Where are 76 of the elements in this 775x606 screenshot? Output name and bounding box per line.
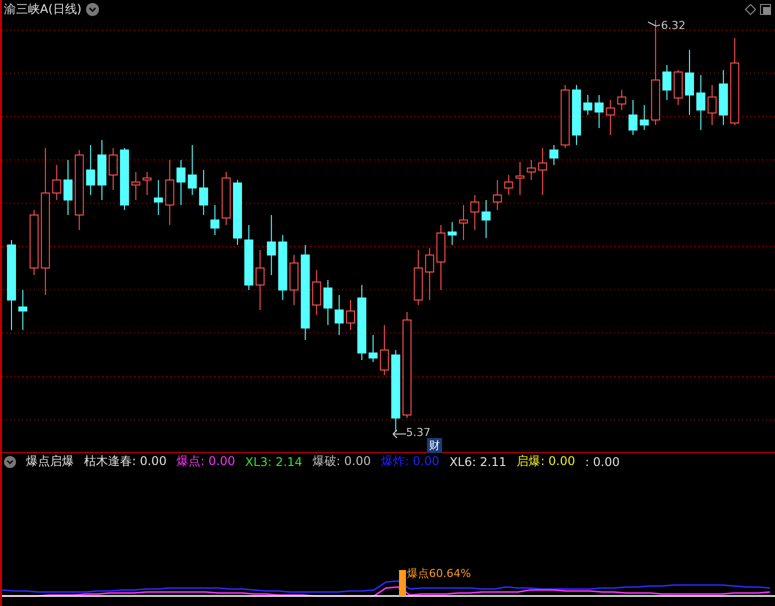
candlestick bbox=[414, 250, 423, 306]
candlestick bbox=[560, 84, 570, 148]
candlestick bbox=[323, 280, 332, 326]
candlestick bbox=[18, 290, 28, 330]
candlestick bbox=[30, 210, 39, 276]
indicator-value: 枯木逢春: 0.00 bbox=[84, 453, 167, 470]
candlestick bbox=[266, 214, 276, 276]
candlestick bbox=[594, 94, 604, 128]
candlestick bbox=[290, 254, 298, 306]
signal-bar bbox=[399, 570, 406, 596]
candlestick bbox=[199, 170, 208, 216]
indicator-value: 爆破: 0.00 bbox=[312, 453, 371, 470]
candlestick bbox=[526, 160, 536, 180]
candlestick bbox=[154, 180, 163, 216]
candlestick bbox=[244, 224, 254, 290]
candlestick bbox=[312, 270, 322, 316]
candlestick bbox=[538, 148, 548, 196]
candlestick bbox=[696, 74, 706, 130]
candlestick bbox=[222, 172, 231, 226]
window-icon[interactable] bbox=[760, 4, 771, 14]
candlestick bbox=[572, 84, 581, 146]
candlestick bbox=[448, 222, 457, 246]
candlestick bbox=[640, 104, 649, 130]
candlestick bbox=[662, 64, 672, 100]
candlestick bbox=[256, 250, 265, 310]
candlestick bbox=[210, 204, 220, 236]
indicator-value: XL6: 2.11 bbox=[449, 454, 507, 468]
candlestick bbox=[425, 248, 434, 300]
window-title: 渝三峡A(日线) bbox=[4, 0, 82, 18]
candlestick bbox=[470, 194, 480, 230]
candlestick bbox=[165, 160, 174, 226]
candlestick bbox=[52, 164, 62, 200]
indicator-name: 爆点启爆 bbox=[26, 453, 74, 470]
candlestick bbox=[97, 140, 106, 200]
candlestick bbox=[346, 300, 355, 330]
dropdown-icon[interactable] bbox=[4, 456, 16, 468]
candlestick bbox=[278, 234, 288, 300]
candlestick bbox=[708, 84, 717, 126]
candlestick bbox=[176, 160, 186, 206]
finance-badge[interactable]: 财 bbox=[427, 438, 442, 453]
candlestick bbox=[368, 334, 378, 362]
candlestick bbox=[142, 172, 152, 196]
candlestick bbox=[718, 70, 728, 126]
candlestick bbox=[606, 100, 615, 136]
diamond-icon[interactable] bbox=[745, 4, 756, 14]
high-price-label: 6.32 bbox=[661, 19, 686, 32]
candlestick bbox=[617, 90, 626, 110]
signal-label: 爆点60.64% bbox=[407, 566, 471, 581]
candlestick bbox=[674, 70, 683, 106]
candlestick bbox=[188, 144, 197, 196]
candlestick bbox=[233, 180, 242, 246]
candlestick bbox=[380, 324, 389, 376]
indicator-value: 爆炸: 0.00 bbox=[380, 453, 440, 470]
candlestick bbox=[685, 50, 694, 116]
candlestick bbox=[108, 148, 118, 190]
indicator-value: 启爆: 0.00 bbox=[516, 453, 576, 470]
indicator-value: XL3: 2.14 bbox=[245, 454, 302, 468]
candlestick bbox=[628, 100, 638, 136]
candlestick bbox=[459, 204, 468, 240]
candlestick bbox=[64, 160, 72, 216]
candlestick bbox=[504, 174, 514, 196]
low-marker-arrow bbox=[392, 430, 406, 438]
candlestick bbox=[482, 200, 491, 238]
candlestick bbox=[583, 94, 592, 116]
candlestick bbox=[516, 162, 524, 196]
low-price-label: 5.37 bbox=[406, 426, 430, 439]
candlestick bbox=[120, 148, 129, 210]
candlestick bbox=[436, 224, 446, 290]
candlestick bbox=[492, 180, 502, 210]
candlestick bbox=[334, 294, 344, 336]
candlestick bbox=[549, 144, 558, 166]
indicator-value: : 0.00 bbox=[585, 454, 620, 468]
dropdown-icon[interactable] bbox=[86, 2, 99, 16]
indicator-value: 爆点: 0.00 bbox=[176, 453, 236, 470]
candlestick bbox=[86, 144, 96, 196]
candlestick bbox=[131, 172, 140, 200]
